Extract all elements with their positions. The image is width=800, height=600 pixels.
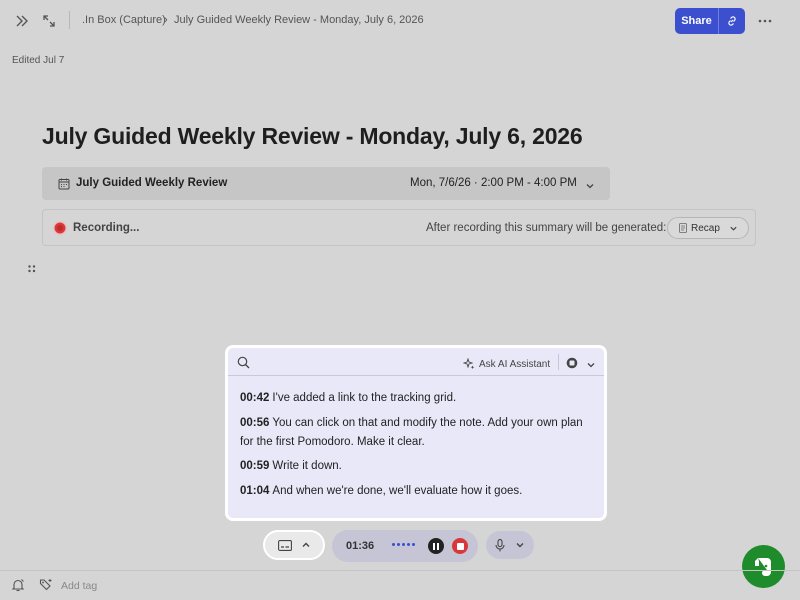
sparkle-icon xyxy=(463,358,475,370)
transcript-header: Ask AI Assistant xyxy=(228,348,604,376)
summary-description: After recording this summary will be gen… xyxy=(426,222,667,234)
summary-type-dropdown[interactable]: Recap xyxy=(667,217,749,239)
evernote-logo-icon[interactable] xyxy=(742,545,785,588)
transcript-toggle[interactable] xyxy=(263,530,325,560)
share-group: Share xyxy=(675,8,745,34)
chevron-down-icon[interactable] xyxy=(585,178,595,196)
microphone-selector[interactable] xyxy=(486,531,534,559)
stop-icon xyxy=(456,542,464,550)
record-source-icon[interactable] xyxy=(566,356,578,374)
reminder-icon[interactable] xyxy=(11,578,25,597)
recording-controls: 01:36 xyxy=(332,530,478,562)
footer-divider xyxy=(0,570,800,571)
fullscreen-icon[interactable] xyxy=(39,11,59,31)
chevron-up-icon xyxy=(302,542,309,547)
chevron-down-icon xyxy=(516,543,524,548)
more-options-button[interactable] xyxy=(754,10,776,32)
summary-type-label: Recap xyxy=(691,222,720,234)
transcript-text: And when we're done, we'll evaluate how … xyxy=(272,485,523,497)
event-time: Mon, 7/6/26 · 2:00 PM - 4:00 PM xyxy=(410,177,577,189)
copy-link-button[interactable] xyxy=(719,8,745,34)
transcript-line: 00:59 Write it down. xyxy=(240,457,592,476)
add-tag-input[interactable]: Add tag xyxy=(61,580,97,592)
breadcrumb-separator: › xyxy=(164,14,168,26)
event-name: July Guided Weekly Review xyxy=(76,177,228,189)
transcript-timestamp[interactable]: 00:59 xyxy=(240,460,269,472)
calendar-event-bar[interactable]: July Guided Weekly Review Mon, 7/6/26 · … xyxy=(42,167,610,200)
transcript-text: Write it down. xyxy=(272,460,342,472)
share-button[interactable]: Share xyxy=(675,8,719,34)
note-title[interactable]: July Guided Weekly Review - Monday, July… xyxy=(42,123,583,150)
document-icon xyxy=(679,223,687,233)
top-bar: .In Box (Capture) › July Guided Weekly R… xyxy=(0,0,800,42)
recording-bar: Recording... After recording this summar… xyxy=(42,209,756,246)
ask-ai-button[interactable]: Ask AI Assistant xyxy=(463,358,550,370)
microphone-icon xyxy=(495,538,505,551)
calendar-icon xyxy=(58,177,70,195)
expand-sidebar-icon[interactable] xyxy=(12,11,32,31)
recording-status: Recording... xyxy=(73,222,140,234)
stop-button[interactable] xyxy=(452,538,468,554)
pause-button[interactable] xyxy=(428,538,444,554)
search-icon[interactable] xyxy=(237,356,250,374)
pause-icon xyxy=(433,542,435,550)
ask-ai-label: Ask AI Assistant xyxy=(479,358,551,370)
breadcrumb-note[interactable]: July Guided Weekly Review - Monday, July… xyxy=(174,14,424,26)
transcript-line: 00:56 You can click on that and modify th… xyxy=(240,414,592,452)
more-icon xyxy=(758,19,772,23)
transcript-text: I've added a link to the tracking grid. xyxy=(272,392,457,404)
transcript-timestamp[interactable]: 01:04 xyxy=(240,485,269,497)
audio-level-icon xyxy=(392,543,415,546)
transcript-text: You can click on that and modify the not… xyxy=(240,417,583,448)
chevron-down-icon[interactable] xyxy=(586,357,596,375)
recording-indicator-icon xyxy=(53,221,67,240)
transcript-line: 01:04 And when we're done, we'll evaluate… xyxy=(240,482,592,501)
tag-icon[interactable] xyxy=(39,578,53,597)
link-icon xyxy=(728,16,736,26)
captions-icon xyxy=(277,539,292,551)
elapsed-time: 01:36 xyxy=(346,540,375,552)
edited-date: Edited Jul 7 xyxy=(12,55,65,66)
transcript-timestamp[interactable]: 00:42 xyxy=(240,392,269,404)
chevron-down-icon xyxy=(729,224,738,233)
header-divider xyxy=(558,354,559,370)
breadcrumb-folder[interactable]: .In Box (Capture) xyxy=(82,14,166,26)
transcript-panel: Ask AI Assistant 00:42 I've added a link … xyxy=(225,345,607,521)
drag-handle-icon[interactable] xyxy=(27,261,37,273)
transcript-line: 00:42 I've added a link to the tracking g… xyxy=(240,389,592,408)
toolbar-divider xyxy=(69,11,70,29)
transcript-timestamp[interactable]: 00:56 xyxy=(240,417,269,429)
